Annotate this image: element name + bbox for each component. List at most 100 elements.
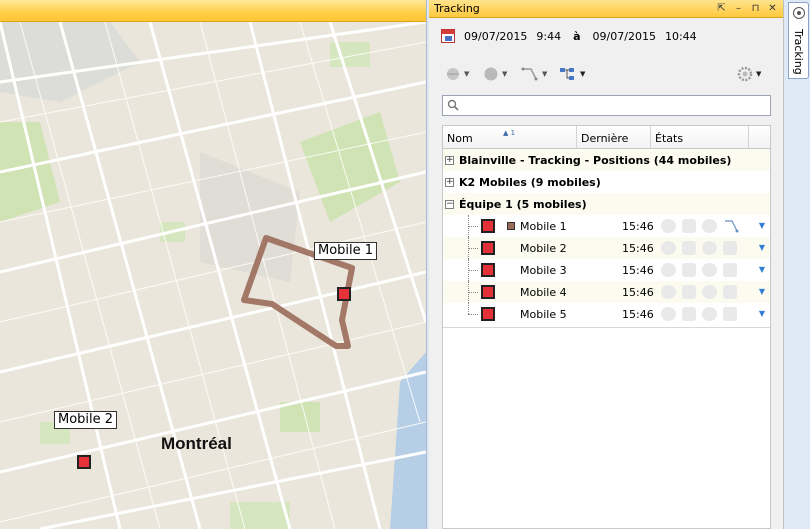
collapse-icon[interactable]: −	[445, 199, 454, 209]
mobile-name: Mobile 3	[520, 264, 567, 277]
chevron-down-icon[interactable]: ▼	[759, 309, 765, 318]
group-row[interactable]: − Équipe 1 (5 mobiles)	[443, 193, 770, 215]
state-icons	[661, 307, 737, 321]
mobile-time: 15:46	[622, 242, 654, 255]
search-input[interactable]	[467, 97, 767, 114]
group-label: Équipe 1 (5 mobiles)	[459, 197, 587, 211]
state-icons	[661, 285, 737, 299]
minimize-icon[interactable]: –	[732, 2, 745, 15]
path-icon	[521, 67, 538, 81]
search-icon	[447, 99, 459, 111]
map-top-bar	[0, 0, 426, 22]
mobile-time: 15:46	[622, 220, 654, 233]
tracking-panel: Tracking ⇱ – ⊓ ✕ 09/07/2015 9:44 à 09/07…	[429, 0, 784, 529]
chevron-down-icon[interactable]: ▼	[759, 221, 765, 230]
close-icon[interactable]: ✕	[766, 2, 779, 15]
mobile-time: 15:46	[622, 264, 654, 277]
hierarchy-icon	[560, 68, 574, 80]
chevron-down-icon[interactable]: ▼	[759, 243, 765, 252]
tree-connector	[468, 270, 478, 271]
start-time[interactable]: 9:44	[536, 30, 561, 43]
settings-button[interactable]: ▼	[737, 64, 761, 84]
mobile-row[interactable]: Mobile 1 15:46 ▼	[443, 215, 770, 237]
state-icons	[661, 241, 737, 255]
chevron-down-icon[interactable]: ▼	[759, 287, 765, 296]
mobile-color-icon[interactable]	[481, 263, 495, 277]
mobile-row[interactable]: Mobile 3 15:46 ▼	[443, 259, 770, 281]
column-name-label: Nom	[447, 132, 473, 145]
sort-indicator: ▲ 1	[503, 129, 516, 137]
chevron-down-icon: ▼	[580, 70, 586, 78]
tree-connector	[468, 248, 478, 249]
marker-style-button[interactable]: ▼	[445, 64, 469, 84]
mobile-color-icon[interactable]	[481, 307, 495, 321]
target-icon	[793, 7, 805, 19]
map-marker-mobile-2[interactable]	[77, 455, 91, 469]
chevron-down-icon: ▼	[756, 70, 762, 78]
column-header-name[interactable]: ▲ 1 Nom	[443, 126, 577, 149]
group-row[interactable]: + K2 Mobiles (9 mobiles)	[443, 171, 770, 193]
mobile-name: Mobile 1	[520, 220, 567, 233]
mobile-row[interactable]: Mobile 4 15:46 ▼	[443, 281, 770, 303]
column-header-states[interactable]: États	[651, 126, 749, 149]
map-marker-mobile-1[interactable]	[337, 287, 351, 301]
date-range: 09/07/2015 9:44 à 09/07/2015 10:44	[441, 29, 697, 43]
expand-icon[interactable]: +	[445, 155, 454, 165]
chevron-down-icon: ▼	[464, 70, 470, 78]
mobiles-grid: ▲ 1 Nom Dernière fois États + Blainville…	[442, 125, 771, 529]
chevron-down-icon: ▼	[502, 70, 508, 78]
path-button[interactable]: ▼	[521, 64, 547, 84]
map-view[interactable]: Mobile 1 Mobile 2 Montréal	[0, 0, 426, 529]
tracking-side-tab[interactable]: Tracking	[788, 2, 809, 79]
map-label-mobile-1: Mobile 1	[314, 242, 378, 260]
expand-icon[interactable]: +	[445, 177, 454, 187]
trail-color-icon	[507, 222, 515, 230]
mobile-row[interactable]: Mobile 5 15:46 ▼	[443, 303, 770, 325]
start-date[interactable]: 09/07/2015	[464, 30, 527, 43]
pin-icon[interactable]: ⊓	[749, 2, 762, 15]
side-dock: Tracking	[784, 0, 810, 529]
crosshair-icon	[447, 68, 459, 80]
map-city-label: Montréal	[161, 434, 232, 453]
tree-connector	[468, 303, 469, 314]
calendar-icon[interactable]	[441, 29, 455, 43]
tree-connector	[468, 292, 478, 293]
mobile-time: 15:46	[622, 286, 654, 299]
column-header-last-seen[interactable]: Dernière fois	[577, 126, 651, 170]
tree-connector	[468, 226, 478, 227]
column-states-label: États	[655, 132, 684, 145]
hierarchy-button[interactable]: ▼	[559, 64, 585, 84]
circle-icon	[484, 67, 498, 81]
chevron-down-icon: ▼	[542, 70, 548, 78]
map-label-mobile-2: Mobile 2	[54, 411, 118, 429]
grid-header: ▲ 1 Nom Dernière fois États	[443, 126, 770, 170]
date-separator: à	[573, 29, 581, 43]
state-icons	[661, 219, 739, 233]
gear-icon	[737, 66, 753, 82]
panel-title-bar: Tracking ⇱ – ⊓ ✕	[429, 0, 783, 18]
grid-bottom-rule	[443, 327, 770, 328]
color-button[interactable]: ▼	[483, 64, 507, 84]
end-time[interactable]: 10:44	[665, 30, 697, 43]
tree-connector	[468, 314, 478, 315]
mobile-name: Mobile 5	[520, 308, 567, 321]
state-icons	[661, 263, 737, 277]
mobile-color-icon[interactable]	[481, 285, 495, 299]
mobile-color-icon[interactable]	[481, 241, 495, 255]
popout-icon[interactable]: ⇱	[715, 2, 728, 15]
group-label: K2 Mobiles (9 mobiles)	[459, 175, 601, 189]
chevron-down-icon[interactable]: ▼	[759, 265, 765, 274]
end-date[interactable]: 09/07/2015	[593, 30, 656, 43]
mobile-name: Mobile 4	[520, 286, 567, 299]
group-label: Blainville - Tracking - Positions (44 mo…	[459, 153, 732, 167]
group-row[interactable]: + Blainville - Tracking - Positions (44 …	[443, 149, 770, 171]
mobile-row[interactable]: Mobile 2 15:46 ▼	[443, 237, 770, 259]
mobile-time: 15:46	[622, 308, 654, 321]
mobile-color-icon[interactable]	[481, 219, 495, 233]
panel-title: Tracking	[434, 2, 480, 15]
path-icon	[725, 220, 739, 233]
mobile-name: Mobile 2	[520, 242, 567, 255]
toolbar: ▼ ▼ ▼ ▼ ▼	[445, 64, 775, 84]
search-field[interactable]	[442, 95, 771, 116]
side-tab-label: Tracking	[792, 29, 805, 75]
